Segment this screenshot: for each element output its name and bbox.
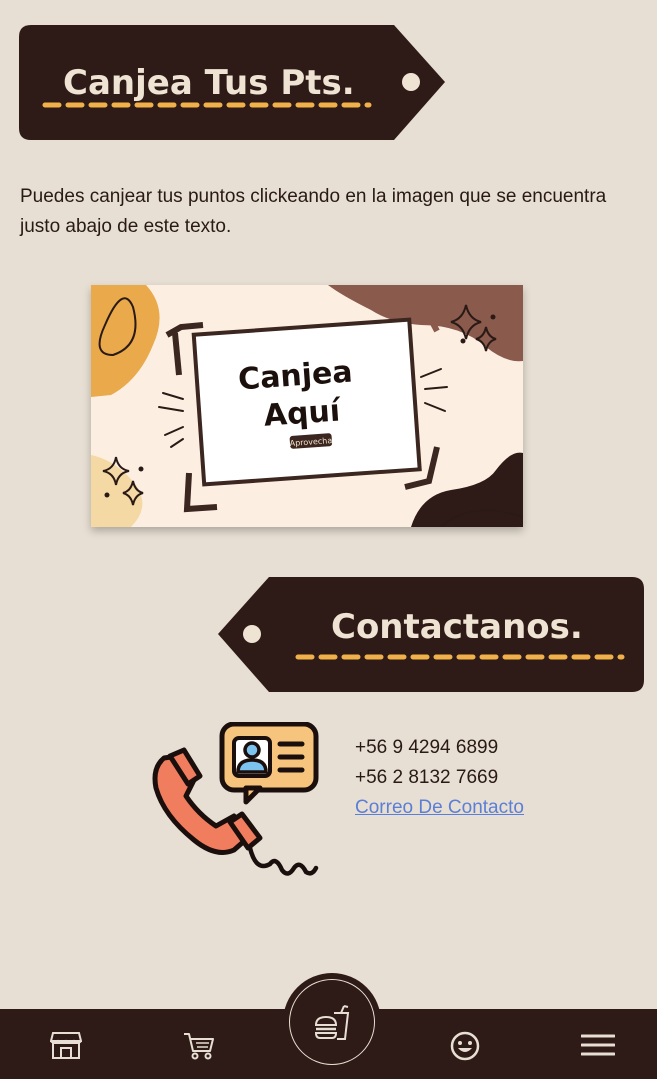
- center-food-button[interactable]: [283, 973, 381, 1071]
- redeem-description: Puedes canjear tus puntos clickeando en …: [20, 186, 607, 237]
- smiley-icon[interactable]: [450, 1031, 480, 1066]
- menu-icon[interactable]: [580, 1034, 616, 1061]
- contact-email-link[interactable]: Correo De Contacto: [355, 793, 524, 823]
- redeem-title: Canjea Tus Pts.: [63, 63, 355, 103]
- contact-info: +56 9 4294 6899 +56 2 8132 7669 Correo D…: [355, 733, 524, 823]
- phone-mobile: +56 9 4294 6899: [355, 737, 499, 758]
- cart-icon[interactable]: [183, 1032, 215, 1065]
- burger-drink-icon: [314, 1005, 350, 1046]
- phone-landline: +56 2 8132 7669: [355, 767, 499, 788]
- redeem-banner[interactable]: Canjea Aquí Aprovecha: [91, 285, 524, 528]
- phone-contact-illustration: [150, 721, 320, 880]
- redeem-section-tag: Canjea Tus Pts.: [19, 25, 447, 140]
- store-icon[interactable]: [49, 1030, 83, 1065]
- banner-line2: Aquí: [263, 393, 343, 433]
- contact-section-tag: Contactanos.: [216, 577, 644, 692]
- contact-title: Contactanos.: [331, 607, 583, 647]
